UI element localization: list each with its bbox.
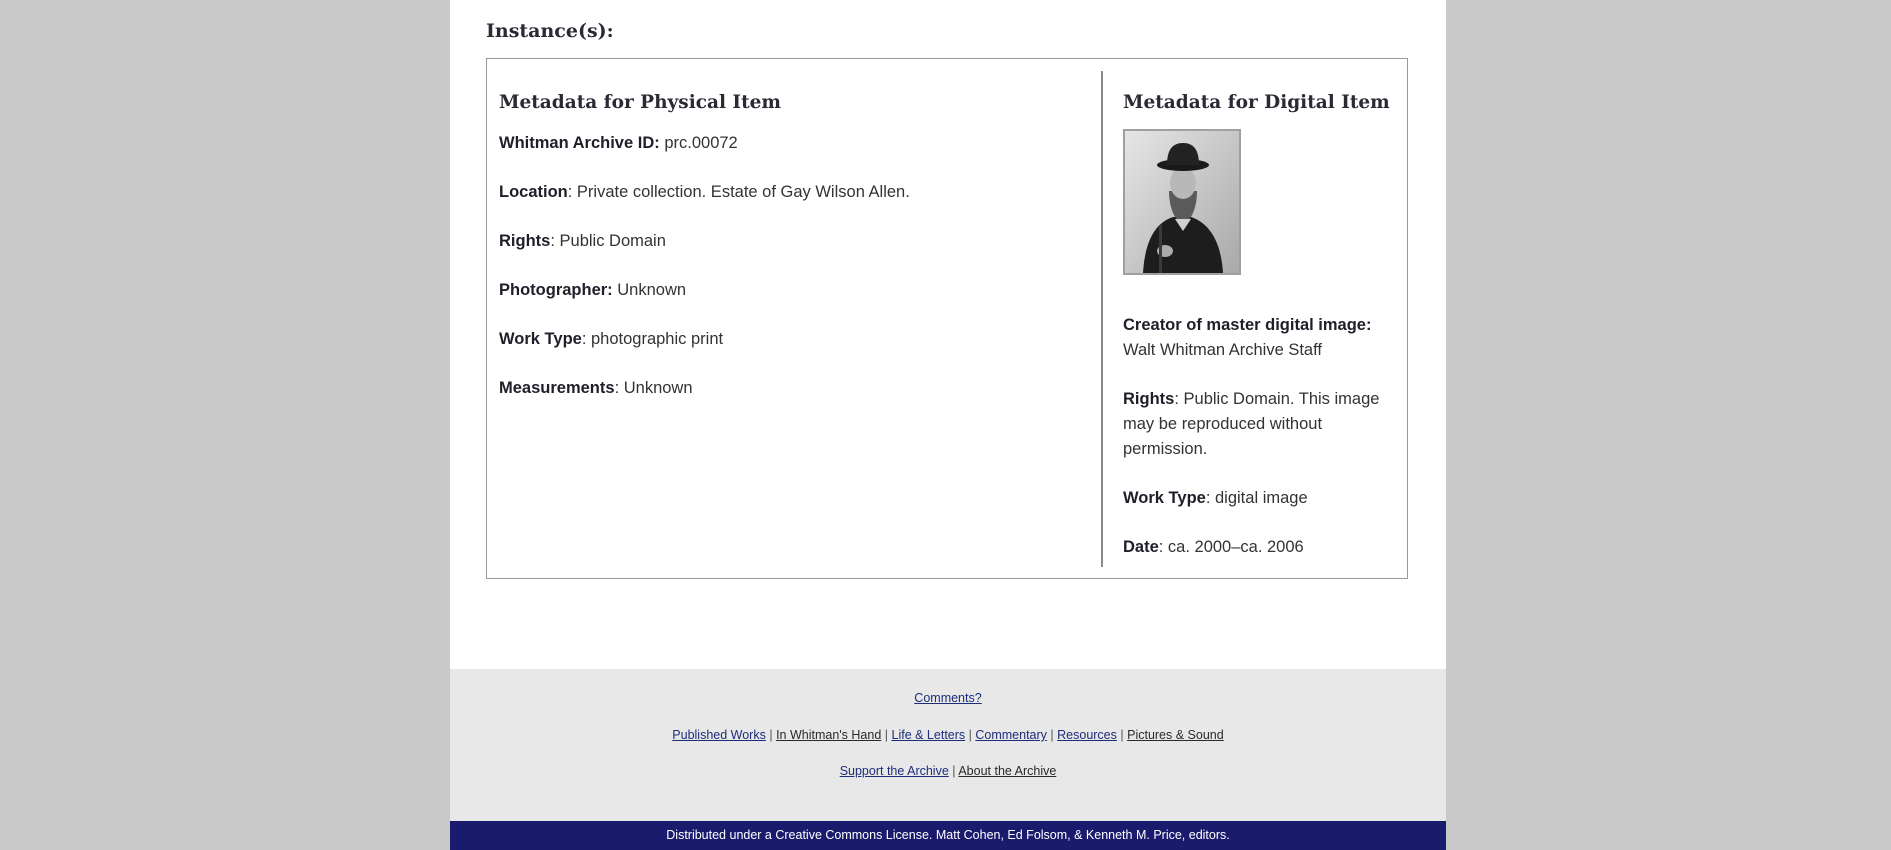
footer-comments-row: Comments? — [450, 689, 1446, 707]
field-label: Work Type — [1123, 489, 1206, 507]
field-value: : photographic print — [581, 330, 724, 348]
license-suffix: . Matt Cohen, Ed Folsom, & Kenneth M. Pr… — [928, 828, 1230, 842]
nav-resources[interactable]: Resources — [1057, 728, 1117, 742]
field-value: Walt Whitman Archive Staff — [1123, 341, 1322, 359]
instance-box: Metadata for Physical Item Whitman Archi… — [486, 58, 1408, 579]
instances-heading: Instance(s): — [486, 20, 614, 42]
separator: | — [952, 764, 956, 778]
field-label: Rights — [1123, 390, 1175, 408]
digital-work-type-field: Work Type: digital image — [1123, 486, 1393, 511]
separator: | — [769, 728, 773, 742]
field-value: : Private collection. Estate of Gay Wils… — [567, 183, 910, 201]
nav-commentary[interactable]: Commentary — [975, 728, 1047, 742]
about-archive-link[interactable]: About the Archive — [958, 764, 1056, 778]
nav-pictures-and-sound[interactable]: Pictures & Sound — [1127, 728, 1224, 742]
footer-about-row: Support the Archive | About the Archive — [450, 762, 1446, 780]
measurements-field: Measurements: Unknown — [499, 376, 1101, 401]
nav-life-and-letters[interactable]: Life & Letters — [892, 728, 966, 742]
digital-rights-field: Rights: Public Domain. This image may be… — [1123, 387, 1393, 462]
license-bar: Distributed under a Creative Commons Lic… — [450, 821, 1446, 850]
location-field: Location: Private collection. Estate of … — [499, 180, 1101, 205]
portrait-image — [1125, 131, 1239, 273]
physical-item-heading: Metadata for Physical Item — [499, 92, 781, 113]
creator-field: Creator of master digital image: Walt Whi… — [1123, 313, 1393, 363]
work-type-field: Work Type: photographic print — [499, 327, 1101, 352]
field-label: Measurements — [499, 379, 615, 397]
digital-item-metadata: Metadata for Digital Item Creator of mas… — [1123, 71, 1393, 560]
support-archive-link[interactable]: Support the Archive — [840, 764, 949, 778]
field-value: : digital image — [1205, 489, 1308, 507]
license-prefix: Distributed under a — [666, 828, 776, 842]
date-field: Date: ca. 2000–ca. 2006 — [1123, 535, 1393, 560]
field-value: Unknown — [617, 281, 687, 299]
separator: | — [884, 728, 889, 742]
field-label: Rights — [499, 232, 551, 250]
footer: Comments? Published Works | In Whitman's… — [450, 669, 1446, 821]
rights-field: Rights: Public Domain — [499, 229, 1101, 254]
whitman-archive-id-field: Whitman Archive ID: prc.00072 — [499, 131, 1101, 156]
nav-published-works[interactable]: Published Works — [672, 728, 766, 742]
field-value: : Public Domain — [550, 232, 666, 250]
footer-nav: Published Works | In Whitman's Hand | Li… — [450, 726, 1446, 744]
field-label: Creator of master digital image: — [1123, 316, 1372, 334]
field-label: Location — [499, 183, 568, 201]
creative-commons-link[interactable]: Creative Commons License — [775, 828, 929, 842]
field-label: Whitman Archive ID: — [499, 134, 660, 152]
photographer-field: Photographer: Unknown — [499, 278, 1101, 303]
field-value: : Unknown — [614, 379, 693, 397]
field-value: prc.00072 — [664, 134, 738, 152]
nav-in-whitmans-hand[interactable]: In Whitman's Hand — [776, 728, 881, 742]
field-label: Work Type — [499, 330, 582, 348]
field-label: Date — [1123, 538, 1159, 556]
separator: | — [1120, 728, 1124, 742]
separator: | — [1050, 728, 1054, 742]
page-content: Instance(s): Metadata for Physical Item … — [450, 0, 1446, 850]
separator: | — [968, 728, 972, 742]
digital-item-heading: Metadata for Digital Item — [1123, 92, 1390, 113]
field-label: Photographer: — [499, 281, 613, 299]
field-value: : ca. 2000–ca. 2006 — [1158, 538, 1304, 556]
physical-item-metadata: Metadata for Physical Item Whitman Archi… — [499, 71, 1103, 567]
comments-link[interactable]: Comments? — [914, 691, 981, 705]
portrait-thumbnail[interactable] — [1123, 129, 1241, 275]
